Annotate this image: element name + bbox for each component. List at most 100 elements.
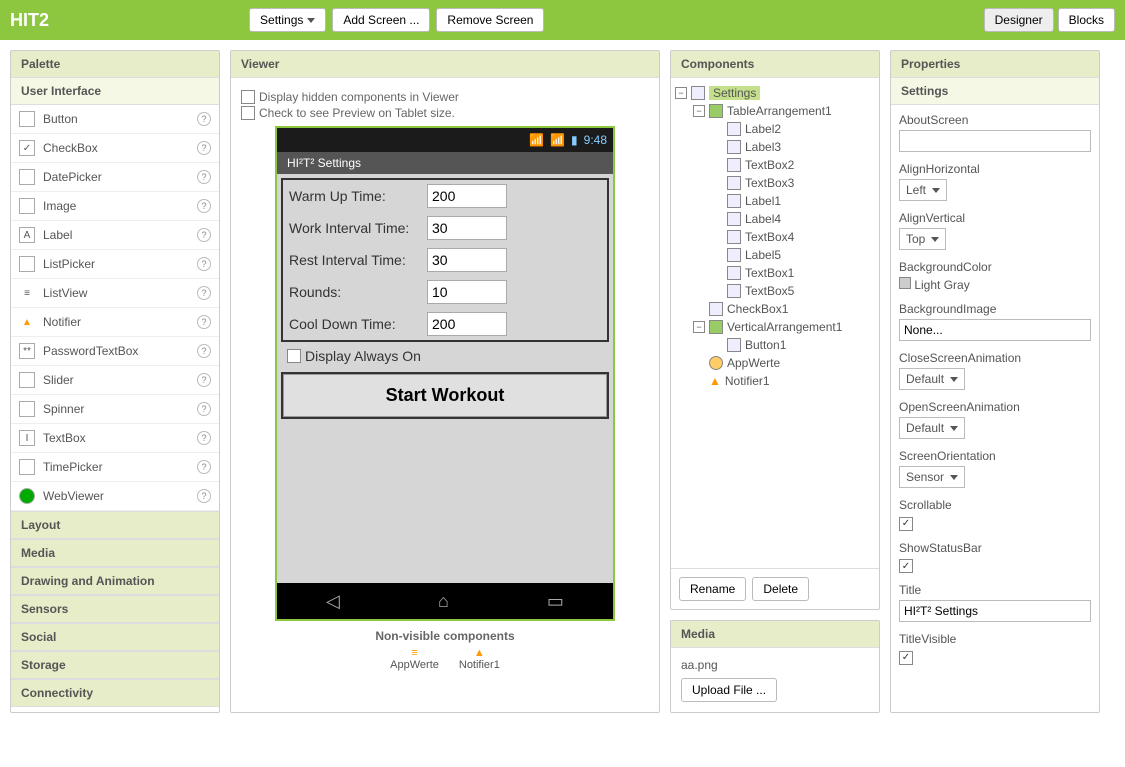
tree-node[interactable]: TextBox2: [675, 156, 875, 174]
alignvertical-select[interactable]: Top: [899, 228, 946, 250]
palette-item[interactable]: ▲Notifier?: [11, 308, 219, 337]
collapse-icon[interactable]: −: [675, 87, 687, 99]
nonvisible-item[interactable]: ▲Notifier1: [459, 647, 500, 671]
collapse-icon[interactable]: −: [693, 321, 705, 333]
palette-item[interactable]: ITextBox?: [11, 424, 219, 453]
closeanim-select[interactable]: Default: [899, 368, 965, 390]
palette-item[interactable]: ListPicker?: [11, 250, 219, 279]
help-icon[interactable]: ?: [197, 141, 211, 155]
palette-category[interactable]: Drawing and Animation: [11, 567, 219, 595]
help-icon[interactable]: ?: [197, 199, 211, 213]
palette-category[interactable]: Sensors: [11, 595, 219, 623]
bgimage-input[interactable]: [899, 319, 1091, 341]
add-screen-button[interactable]: Add Screen ...: [332, 8, 430, 32]
tree-node[interactable]: Label1: [675, 192, 875, 210]
warmup-input[interactable]: [427, 184, 507, 208]
palette-category[interactable]: Connectivity: [11, 679, 219, 707]
tree-node[interactable]: TextBox5: [675, 282, 875, 300]
alignhorizontal-select[interactable]: Left: [899, 179, 947, 201]
table-row: Cool Down Time:: [283, 308, 607, 340]
vertical-arrangement[interactable]: Start Workout: [281, 372, 609, 419]
component-tree: −Settings −TableArrangement1 Label2 Labe…: [671, 78, 879, 568]
tree-node[interactable]: CheckBox1: [675, 300, 875, 318]
tree-node[interactable]: TextBox3: [675, 174, 875, 192]
tree-node[interactable]: −VerticalArrangement1: [675, 318, 875, 336]
battery-icon: ▮: [571, 133, 578, 147]
palette-item[interactable]: ALabel?: [11, 221, 219, 250]
palette-item[interactable]: DatePicker?: [11, 163, 219, 192]
palette-item[interactable]: ≡ListView?: [11, 279, 219, 308]
palette-item[interactable]: **PasswordTextBox?: [11, 337, 219, 366]
recent-icon[interactable]: ▭: [547, 591, 564, 612]
scrollable-check[interactable]: ✓: [899, 517, 913, 531]
rename-button[interactable]: Rename: [679, 577, 746, 601]
nonvisible-item[interactable]: ≡AppWerte: [390, 647, 439, 671]
delete-button[interactable]: Delete: [752, 577, 809, 601]
palette-category[interactable]: Social: [11, 623, 219, 651]
wifi-icon: 📶: [529, 133, 544, 147]
tablet-preview-check[interactable]: Check to see Preview on Tablet size.: [241, 106, 649, 120]
media-file[interactable]: aa.png: [681, 658, 869, 672]
help-icon[interactable]: ?: [197, 257, 211, 271]
tree-node[interactable]: Label4: [675, 210, 875, 228]
help-icon[interactable]: ?: [197, 460, 211, 474]
bgcolor-select[interactable]: Light Gray: [899, 277, 1091, 292]
help-icon[interactable]: ?: [197, 112, 211, 126]
palette-category[interactable]: Layout: [11, 511, 219, 539]
rest-input[interactable]: [427, 248, 507, 272]
cooldown-input[interactable]: [427, 312, 507, 336]
help-icon[interactable]: ?: [197, 286, 211, 300]
remove-screen-button[interactable]: Remove Screen: [436, 8, 544, 32]
palette-item[interactable]: TimePicker?: [11, 453, 219, 482]
palette-item[interactable]: Spinner?: [11, 395, 219, 424]
help-icon[interactable]: ?: [197, 431, 211, 445]
chevron-down-icon: [950, 426, 958, 431]
chevron-down-icon: [932, 188, 940, 193]
tree-node[interactable]: Label5: [675, 246, 875, 264]
palette-item[interactable]: Image?: [11, 192, 219, 221]
help-icon[interactable]: ?: [197, 489, 211, 503]
palette-category[interactable]: Media: [11, 539, 219, 567]
titlevisible-check[interactable]: ✓: [899, 651, 913, 665]
palette-item[interactable]: Button?: [11, 105, 219, 134]
tree-node[interactable]: Button1: [675, 336, 875, 354]
display-always-check[interactable]: Display Always On: [281, 342, 609, 370]
help-icon[interactable]: ?: [197, 315, 211, 329]
blocks-tab[interactable]: Blocks: [1058, 8, 1115, 32]
start-workout-button[interactable]: Start Workout: [283, 374, 607, 417]
tree-node[interactable]: Label2: [675, 120, 875, 138]
table-arrangement[interactable]: Warm Up Time: Work Interval Time: Rest I…: [281, 178, 609, 342]
settings-dropdown[interactable]: Settings: [249, 8, 326, 32]
palette-item[interactable]: WebViewer?: [11, 482, 219, 511]
help-icon[interactable]: ?: [197, 402, 211, 416]
orientation-select[interactable]: Sensor: [899, 466, 965, 488]
tree-node[interactable]: −TableArrangement1: [675, 102, 875, 120]
help-icon[interactable]: ?: [197, 373, 211, 387]
tree-node[interactable]: ▲Notifier1: [675, 372, 875, 390]
hidden-components-check[interactable]: Display hidden components in Viewer: [241, 90, 649, 104]
tree-node[interactable]: Label3: [675, 138, 875, 156]
tree-node[interactable]: TextBox4: [675, 228, 875, 246]
rounds-input[interactable]: [427, 280, 507, 304]
tree-node[interactable]: AppWerte: [675, 354, 875, 372]
back-icon[interactable]: ◁: [326, 591, 340, 612]
upload-file-button[interactable]: Upload File ...: [681, 678, 777, 702]
notifier-icon: ▲: [19, 314, 35, 330]
designer-tab[interactable]: Designer: [984, 8, 1054, 32]
help-icon[interactable]: ?: [197, 344, 211, 358]
tree-node[interactable]: TextBox1: [675, 264, 875, 282]
title-input[interactable]: [899, 600, 1091, 622]
palette-item[interactable]: ✓CheckBox?: [11, 134, 219, 163]
aboutscreen-input[interactable]: [899, 130, 1091, 152]
palette-active-category[interactable]: User Interface: [11, 78, 219, 105]
help-icon[interactable]: ?: [197, 228, 211, 242]
help-icon[interactable]: ?: [197, 170, 211, 184]
work-input[interactable]: [427, 216, 507, 240]
openanim-select[interactable]: Default: [899, 417, 965, 439]
palette-item[interactable]: Slider?: [11, 366, 219, 395]
tree-node-root[interactable]: −Settings: [675, 84, 875, 102]
home-icon[interactable]: ⌂: [438, 591, 449, 612]
statusbar-check[interactable]: ✓: [899, 559, 913, 573]
palette-category[interactable]: Storage: [11, 651, 219, 679]
collapse-icon[interactable]: −: [693, 105, 705, 117]
